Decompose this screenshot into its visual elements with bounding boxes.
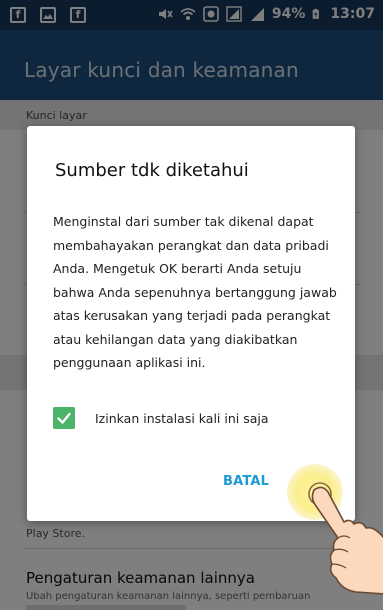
allow-once-label: Izinkan instalasi kali ini saja [95, 410, 269, 426]
dialog-title: Sumber tdk diketahui [55, 160, 249, 181]
allow-once-checkbox[interactable] [53, 407, 75, 429]
unknown-sources-dialog: Sumber tdk diketahui Menginstal dari sum… [27, 126, 355, 521]
allow-once-row[interactable]: Izinkan instalasi kali ini saja [53, 406, 269, 430]
checkmark-icon [57, 412, 71, 424]
dialog-message: Menginstal dari sumber tak dikenal dapat… [53, 214, 337, 370]
cancel-button[interactable]: BATAL [223, 474, 269, 489]
pointing-hand-icon [308, 482, 383, 595]
